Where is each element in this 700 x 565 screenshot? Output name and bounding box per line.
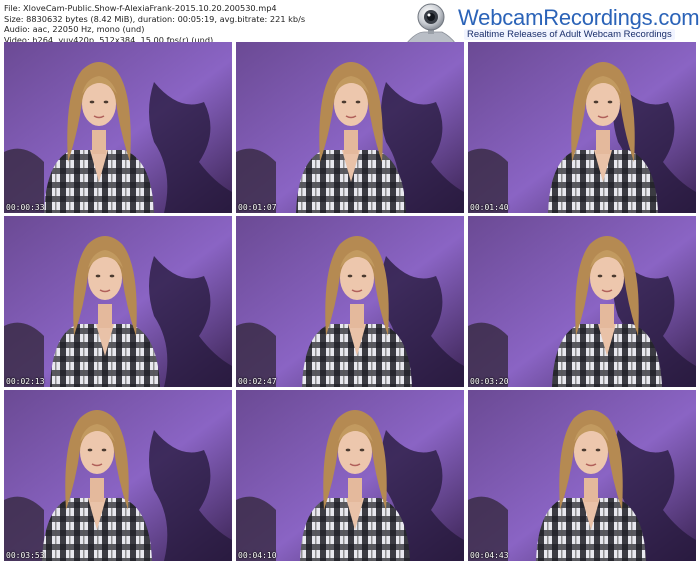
thumbnail-scene [4, 390, 232, 561]
thumbnail-scene [4, 216, 232, 387]
site-logo: WebcamRecordings.com Realtime Releases o… [402, 2, 700, 45]
video-thumbnail: 00:00:33 [4, 42, 232, 213]
video-thumbnail: 00:01:40 [468, 42, 696, 213]
file-size-line: Size: 8830632 bytes (8.42 MiB), duration… [4, 13, 306, 24]
brand-name: WebcamRecordings.com [458, 5, 700, 30]
webcam-icon [405, 3, 457, 45]
thumbnail-timestamp: 00:04:43 [470, 551, 509, 560]
video-thumbnail: 00:03:20 [468, 216, 696, 387]
thumbnail-timestamp: 00:00:33 [6, 203, 45, 212]
thumbnail-timestamp: 00:04:10 [238, 551, 277, 560]
file-name-line: File: XloveCam-Public.Show-f-AlexiaFrank… [4, 3, 277, 13]
thumbnail-scene [468, 42, 696, 213]
brand-tagline: Realtime Releases of Adult Webcam Record… [464, 29, 675, 40]
thumbnail-timestamp: 00:02:13 [6, 377, 45, 386]
file-info: File: XloveCam-Public.Show-f-AlexiaFrank… [4, 3, 305, 45]
thumbnail-scene [4, 42, 232, 213]
thumbnail-timestamp: 00:03:20 [470, 377, 509, 386]
video-thumbnail: 00:02:13 [4, 216, 232, 387]
video-thumbnail: 00:03:53 [4, 390, 232, 561]
thumbnail-scene [236, 42, 464, 213]
audio-line: Audio: aac, 22050 Hz, mono (und) [4, 24, 145, 35]
thumbnail-timestamp: 00:03:53 [6, 551, 45, 560]
video-thumbnail: 00:04:10 [236, 390, 464, 561]
thumbnail-timestamp: 00:02:47 [238, 377, 277, 386]
video-thumbnail: 00:02:47 [236, 216, 464, 387]
thumbnail-scene [236, 216, 464, 387]
thumbnail-timestamp: 00:01:40 [470, 203, 509, 212]
thumbnail-scene [468, 216, 696, 387]
thumbnail-scene [468, 390, 696, 561]
thumbnail-timestamp: 00:01:07 [238, 203, 277, 212]
thumbnail-grid: 00:00:33 00:01:07 00:01:40 00:02:13 00:0… [4, 42, 696, 562]
thumbnail-scene [236, 390, 464, 561]
video-thumbnail: 00:01:07 [236, 42, 464, 213]
video-thumbnail: 00:04:43 [468, 390, 696, 561]
